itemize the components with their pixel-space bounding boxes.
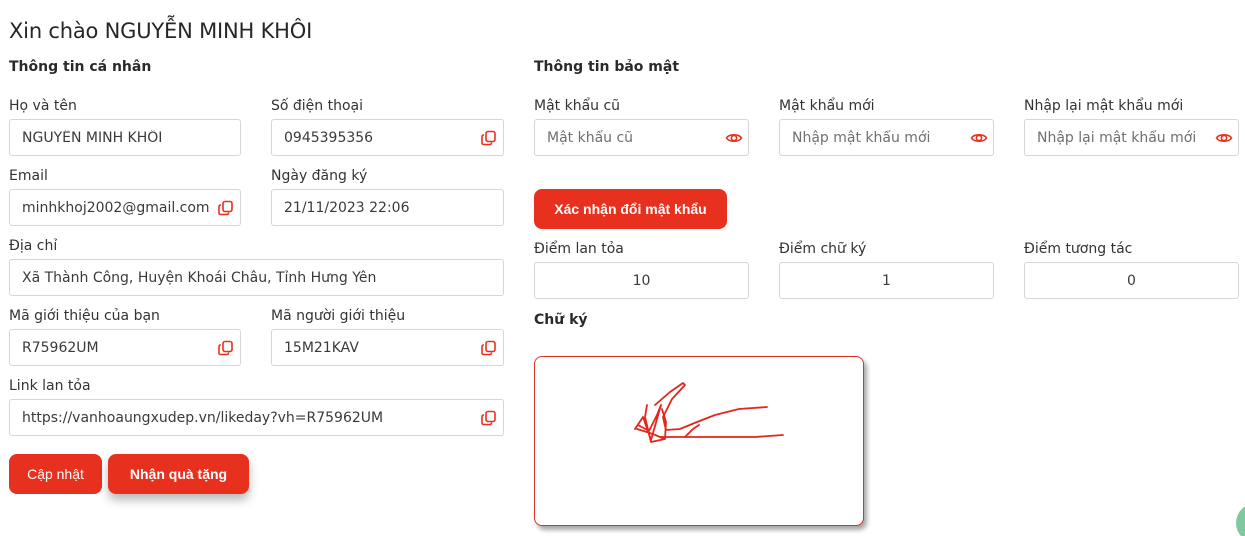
- security-info-title: Thông tin bảo mật: [534, 59, 680, 75]
- interaction-points-value: 0: [1127, 272, 1136, 289]
- gift-button[interactable]: Nhận quà tặng: [108, 454, 249, 494]
- update-button[interactable]: Cập nhật: [9, 454, 102, 494]
- email-label: Email: [9, 168, 48, 184]
- link-label: Link lan tỏa: [9, 378, 91, 394]
- reg-date-value: 21/11/2023 22:06: [284, 199, 410, 216]
- personal-info-title: Thông tin cá nhân: [9, 59, 152, 75]
- eye-icon[interactable]: [970, 129, 988, 147]
- name-label: Họ và tên: [9, 98, 77, 114]
- old-password-placeholder: Mật khẩu cũ: [547, 129, 634, 146]
- signature-points-label: Điểm chữ ký: [779, 241, 867, 257]
- interaction-points-field: 0: [1024, 262, 1239, 299]
- name-value: NGUYỄN MINH KHÔI: [22, 129, 163, 146]
- copy-icon[interactable]: [217, 199, 235, 217]
- copy-icon[interactable]: [217, 339, 235, 357]
- my-code-field[interactable]: R75962UM: [9, 329, 241, 366]
- new-password-field[interactable]: Nhập mật khẩu mới: [779, 119, 994, 156]
- spread-points-field: 10: [534, 262, 749, 299]
- signature-pad[interactable]: [534, 356, 864, 526]
- new-password-label: Mật khẩu mới: [779, 98, 875, 114]
- interaction-points-label: Điểm tương tác: [1024, 241, 1133, 257]
- old-password-label: Mật khẩu cũ: [534, 98, 621, 114]
- eye-icon[interactable]: [725, 129, 743, 147]
- reg-date-field[interactable]: 21/11/2023 22:06: [271, 189, 504, 226]
- confirm-password-change-button[interactable]: Xác nhận đổi mật khẩu: [534, 189, 727, 229]
- greeting-title: Xin chào NGUYỄN MINH KHÔI: [9, 19, 313, 43]
- spread-points-value: 10: [632, 272, 651, 289]
- signature-drawing: [634, 382, 784, 443]
- phone-value: 0945395356: [284, 129, 374, 146]
- my-code-value: R75962UM: [22, 339, 99, 356]
- link-field[interactable]: https://vanhoaungxudep.vn/likeday?vh=R75…: [9, 399, 504, 436]
- referrer-label: Mã người giới thiệu: [271, 308, 406, 324]
- signature-points-field: 1: [779, 262, 994, 299]
- copy-icon[interactable]: [480, 409, 498, 427]
- confirm-password-field[interactable]: Nhập lại mật khẩu mới: [1024, 119, 1239, 156]
- spread-points-label: Điểm lan tỏa: [534, 241, 624, 257]
- email-field[interactable]: minhkhoj2002@gmail.com: [9, 189, 241, 226]
- old-password-field[interactable]: Mật khẩu cũ: [534, 119, 749, 156]
- address-field[interactable]: Xã Thành Công, Huyện Khoái Châu, Tỉnh Hư…: [9, 259, 504, 296]
- signature-points-value: 1: [882, 272, 891, 289]
- eye-icon[interactable]: [1215, 129, 1233, 147]
- address-value: Xã Thành Công, Huyện Khoái Châu, Tỉnh Hư…: [22, 269, 377, 286]
- confirm-password-placeholder: Nhập lại mật khẩu mới: [1037, 129, 1197, 146]
- floating-action-button[interactable]: [1236, 503, 1245, 536]
- signature-title: Chữ ký: [534, 312, 588, 328]
- email-value: minhkhoj2002@gmail.com: [22, 199, 210, 216]
- confirm-password-label: Nhập lại mật khẩu mới: [1024, 98, 1184, 114]
- link-value: https://vanhoaungxudep.vn/likeday?vh=R75…: [22, 409, 384, 426]
- phone-field[interactable]: 0945395356: [271, 119, 504, 156]
- referrer-field[interactable]: 15M21KAV: [271, 329, 504, 366]
- reg-date-label: Ngày đăng ký: [271, 168, 368, 184]
- my-code-label: Mã giới thiệu của bạn: [9, 308, 160, 324]
- address-label: Địa chỉ: [9, 238, 58, 254]
- new-password-placeholder: Nhập mật khẩu mới: [792, 129, 931, 146]
- copy-icon[interactable]: [480, 339, 498, 357]
- referrer-value: 15M21KAV: [284, 339, 359, 356]
- name-field[interactable]: NGUYỄN MINH KHÔI: [9, 119, 241, 156]
- copy-icon[interactable]: [480, 129, 498, 147]
- phone-label: Số điện thoại: [271, 98, 364, 114]
